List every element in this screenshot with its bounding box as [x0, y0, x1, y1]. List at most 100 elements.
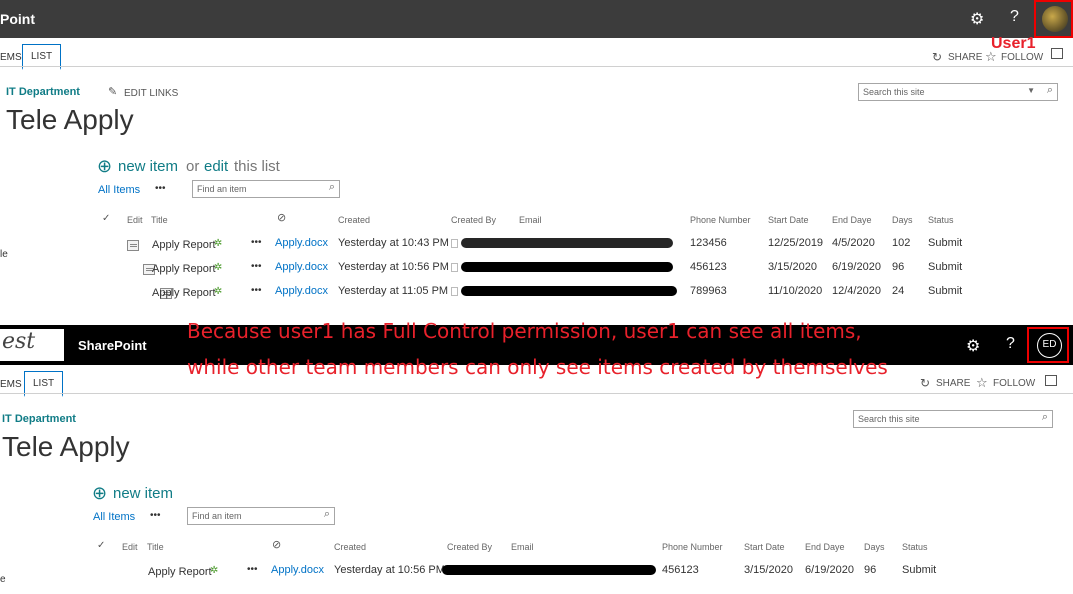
- page-title: Tele Apply: [6, 104, 134, 135]
- row-status: Submit: [928, 261, 963, 273]
- share-button[interactable]: SHARE: [948, 52, 982, 63]
- col-title[interactable]: Title: [147, 542, 164, 552]
- row-more-button[interactable]: •••: [247, 564, 258, 575]
- star-icon[interactable]: ☆: [976, 375, 988, 391]
- col-end[interactable]: End Daye: [832, 215, 872, 225]
- pencil-icon[interactable]: ✎: [108, 85, 117, 98]
- row-title[interactable]: Apply Report: [152, 287, 216, 299]
- row-created: Yesterday at 10:43 PM: [338, 237, 449, 249]
- col-days[interactable]: Days: [864, 542, 885, 552]
- col-start[interactable]: Start Date: [744, 542, 785, 552]
- row-status: Submit: [902, 564, 937, 576]
- highlight-box: [1034, 0, 1073, 38]
- gear-icon[interactable]: ⚙: [966, 336, 980, 356]
- brand-label[interactable]: SharePoint: [78, 338, 147, 353]
- add-icon[interactable]: ⊕: [97, 156, 112, 177]
- brand-label[interactable]: Point: [0, 11, 35, 27]
- focus-icon[interactable]: [1045, 375, 1057, 386]
- help-icon[interactable]: ?: [1010, 8, 1019, 26]
- find-item-input[interactable]: Find an item ⌕: [187, 507, 335, 525]
- suite-bar: Point ⚙ ?: [0, 0, 1073, 38]
- help-icon[interactable]: ?: [1006, 335, 1015, 353]
- view-all-items[interactable]: All Items: [98, 184, 140, 196]
- search-icon[interactable]: ⌕: [329, 181, 335, 194]
- col-title[interactable]: Title: [151, 215, 168, 225]
- search-icon[interactable]: ⌕: [324, 508, 330, 521]
- col-edit[interactable]: Edit: [122, 542, 138, 552]
- col-created-by[interactable]: Created By: [447, 542, 492, 552]
- edit-item-icon[interactable]: [127, 240, 139, 251]
- focus-icon[interactable]: [1051, 48, 1063, 59]
- row-more-button[interactable]: •••: [251, 261, 262, 272]
- new-badge-icon: ✲: [214, 238, 223, 249]
- edit-links-button[interactable]: EDIT LINKS: [124, 88, 178, 99]
- col-email[interactable]: Email: [519, 215, 542, 225]
- follow-button[interactable]: FOLLOW: [1001, 52, 1043, 63]
- tab-items[interactable]: EMS: [0, 52, 22, 63]
- search-placeholder: Search this site: [858, 414, 920, 424]
- page-title: Tele Apply: [2, 431, 130, 462]
- col-phone[interactable]: Phone Number: [662, 542, 723, 552]
- find-item-input[interactable]: Find an item ⌕: [192, 180, 340, 198]
- share-icon[interactable]: ↻: [920, 376, 930, 390]
- row-attachment-link[interactable]: Apply.docx: [271, 564, 324, 576]
- site-link[interactable]: IT Department: [2, 413, 76, 425]
- annotation-line-2: while other team members can only see it…: [187, 355, 888, 379]
- new-item-link[interactable]: new item: [113, 485, 173, 502]
- col-created-by[interactable]: Created By: [451, 215, 496, 225]
- site-search-input[interactable]: Search this site ▼ ⌕: [858, 83, 1058, 101]
- redaction: [461, 286, 677, 296]
- this-list-text: this list: [234, 158, 280, 175]
- row-more-button[interactable]: •••: [251, 237, 262, 248]
- col-email[interactable]: Email: [511, 542, 534, 552]
- attachment-icon[interactable]: ⊘: [272, 538, 281, 551]
- edit-list-link[interactable]: edit: [204, 158, 228, 175]
- row-end: 4/5/2020: [832, 237, 875, 249]
- view-more-button[interactable]: •••: [150, 510, 161, 521]
- share-button[interactable]: SHARE: [936, 378, 970, 389]
- col-status[interactable]: Status: [928, 215, 954, 225]
- new-badge-icon: ✲: [214, 286, 223, 297]
- add-icon[interactable]: ⊕: [92, 483, 107, 504]
- find-placeholder: Find an item: [192, 511, 242, 521]
- select-all-check-icon[interactable]: ✓: [102, 213, 110, 224]
- row-created: Yesterday at 10:56 PM: [334, 564, 445, 576]
- col-phone[interactable]: Phone Number: [690, 215, 751, 225]
- view-more-button[interactable]: •••: [155, 183, 166, 194]
- user-label: User1: [991, 35, 1036, 52]
- attachment-icon[interactable]: ⊘: [277, 211, 286, 224]
- col-created[interactable]: Created: [334, 542, 366, 552]
- row-phone: 456123: [662, 564, 699, 576]
- gear-icon[interactable]: ⚙: [970, 9, 984, 29]
- row-attachment-link[interactable]: Apply.docx: [275, 261, 328, 273]
- col-end[interactable]: End Daye: [805, 542, 845, 552]
- col-edit[interactable]: Edit: [127, 215, 143, 225]
- row-attachment-link[interactable]: Apply.docx: [275, 237, 328, 249]
- row-end: 6/19/2020: [832, 261, 881, 273]
- new-item-link[interactable]: new item: [118, 158, 178, 175]
- redaction: [461, 238, 673, 248]
- col-status[interactable]: Status: [902, 542, 928, 552]
- row-attachment-link[interactable]: Apply.docx: [275, 285, 328, 297]
- select-all-check-icon[interactable]: ✓: [97, 540, 105, 551]
- star-icon[interactable]: ☆: [985, 49, 997, 65]
- col-days[interactable]: Days: [892, 215, 913, 225]
- tab-items[interactable]: EMS: [0, 379, 22, 390]
- site-link[interactable]: IT Department: [6, 86, 80, 98]
- view-all-items[interactable]: All Items: [93, 511, 135, 523]
- follow-button[interactable]: FOLLOW: [993, 378, 1035, 389]
- col-start[interactable]: Start Date: [768, 215, 809, 225]
- chevron-down-icon[interactable]: ▼: [1027, 86, 1035, 95]
- search-icon[interactable]: ⌕: [1042, 411, 1048, 424]
- search-icon[interactable]: ⌕: [1047, 84, 1053, 97]
- row-title[interactable]: Apply Report: [152, 263, 216, 275]
- redaction: [442, 565, 656, 575]
- site-search-input[interactable]: Search this site ⌕: [853, 410, 1053, 428]
- col-created[interactable]: Created: [338, 215, 370, 225]
- row-title[interactable]: Apply Report: [152, 239, 216, 251]
- presence-icon: [451, 287, 458, 296]
- row-title[interactable]: Apply Report: [148, 566, 212, 578]
- row-start: 3/15/2020: [768, 261, 817, 273]
- row-more-button[interactable]: •••: [251, 285, 262, 296]
- share-icon[interactable]: ↻: [932, 50, 942, 64]
